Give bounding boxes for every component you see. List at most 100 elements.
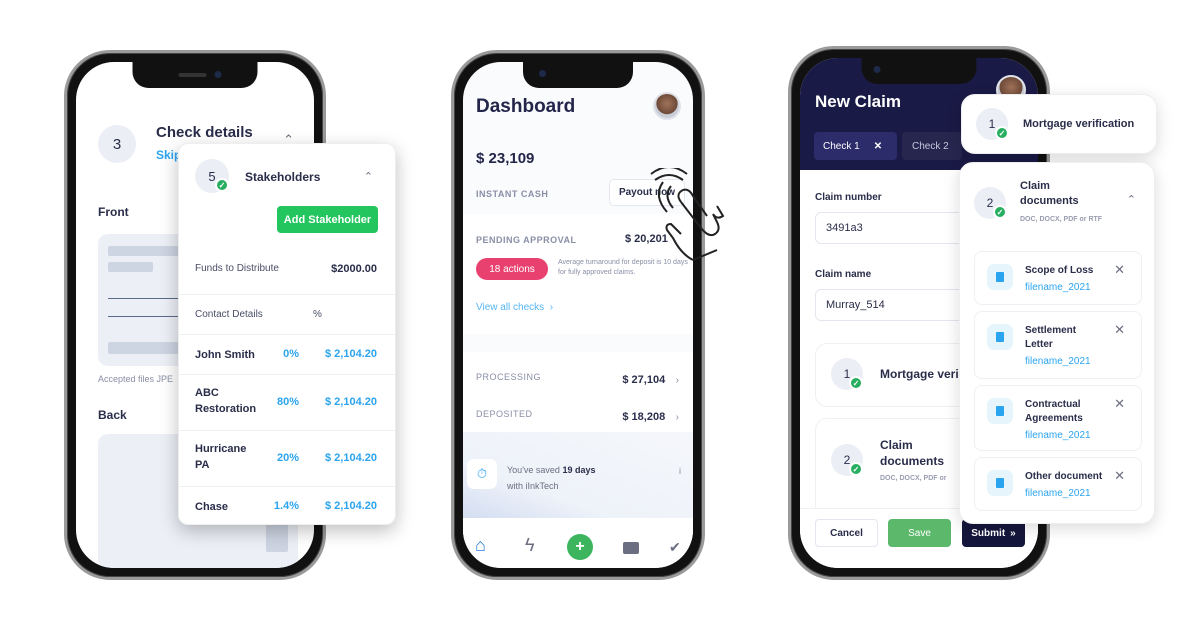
contact-name: Hurricane PA [195,443,247,471]
claim-documents-panel: 2 ✓ Claim documents DOC, DOCX, PDF or RT… [959,162,1155,524]
contact-amount: $ 2,104.20 [325,396,377,408]
view-all-checks-link[interactable]: View all checks › [476,302,553,313]
front-label: Front [98,205,129,219]
col-contact-header: Contact Details [195,309,263,320]
contact-name: ABC Restoration [195,387,257,415]
chevron-right-icon: › [675,375,679,386]
contact-amount: $ 2,104.20 [325,348,377,360]
double-check-icon[interactable]: ✔ [669,539,681,556]
document-title: Scope of Loss [1025,265,1094,276]
stopwatch-icon: ⏱ [467,459,497,489]
check-icon: ✓ [849,376,863,390]
close-icon[interactable]: ✕ [874,141,882,152]
actions-badge[interactable]: 18 actions [476,258,548,280]
page-title: Dashboard [476,96,576,117]
phone-dashboard: Dashboard $ 23,109 INSTANT CASH Payout n… [451,50,705,580]
document-item[interactable]: Contractual Agreements filename_2021 ✕ [974,385,1142,451]
close-icon[interactable]: ✕ [1114,468,1125,484]
close-icon[interactable]: ✕ [1114,322,1125,338]
document-icon [987,398,1013,424]
processing-label: PROCESSING [476,372,542,382]
chevron-up-icon[interactable]: ⌃ [364,170,373,183]
processing-row[interactable]: $ 27,104 › [622,370,679,388]
mortgage-verification-card[interactable]: 1 ✓ Mortgage verification [961,94,1157,154]
pending-label: PENDING APPROVAL [476,235,577,245]
step-title: Check details [156,124,253,141]
contact-percent: 1.4% [273,500,299,512]
step-title: Claim documents [1020,180,1079,207]
check-icon: ✓ [995,126,1009,140]
step-title: Mortgage verification [1023,118,1135,130]
check-icon: ✓ [849,462,863,476]
table-row[interactable]: Hurricane PA 20% $ 2,104.20 [179,430,395,486]
deposited-row[interactable]: $ 18,208 › [622,407,679,425]
table-header: Contact Details % [179,294,395,334]
instant-cash-label: INSTANT CASH [476,189,549,199]
status-section: PROCESSING $ 27,104 › DEPOSITED $ 18,208… [463,352,693,432]
close-icon[interactable]: ✕ [1114,396,1125,412]
notch [861,58,977,84]
document-filename[interactable]: filename_2021 [1025,488,1091,499]
step-title: Mortgage veri [880,367,959,381]
contact-percent: 20% [276,452,299,464]
step-subtitle: DOC, DOCX, PDF or [880,475,947,482]
tab-check-2[interactable]: Check 2 [902,132,962,160]
contact-amount: $ 2,104.20 [325,500,377,512]
add-stakeholder-button[interactable]: Add Stakeholder [277,206,378,233]
check-icon: ✓ [993,205,1007,219]
wallet-icon[interactable] [623,542,639,554]
contact-percent: 0% [283,348,299,360]
contact-name: Chase [195,501,229,513]
balance: $ 23,109 [476,150,535,167]
cancel-button[interactable]: Cancel [815,519,878,547]
document-filename[interactable]: filename_2021 [1025,430,1091,441]
processing-value: $ 27,104 [622,374,666,386]
document-icon [987,324,1013,350]
avatar[interactable] [653,92,681,120]
table-row[interactable]: ABC Restoration 80% $ 2,104.20 [179,374,395,430]
document-icon [987,264,1013,290]
table-row[interactable]: John Smith 0% $ 2,104.20 [179,334,395,374]
stakeholders-title: Stakeholders [245,170,321,184]
funds-value: $2000.00 [331,263,377,275]
home-icon[interactable]: ⌂ [475,535,486,556]
chevron-up-icon[interactable]: ⌃ [1127,193,1136,206]
double-chevron-right-icon: » [1010,527,1016,539]
document-title: Settlement Letter [1025,325,1077,350]
document-title: Other document [1025,471,1103,482]
bolt-icon[interactable]: ϟ [525,535,535,556]
close-icon[interactable]: ✕ [1114,262,1125,278]
notch [132,62,258,88]
page-title: New Claim [815,92,901,111]
claim-name-label: Claim name [815,269,872,280]
document-item[interactable]: Other document filename_2021 ✕ [974,457,1142,511]
back-label: Back [98,408,127,422]
info-icon[interactable]: i [679,466,681,476]
tap-hand-icon [650,168,725,261]
deposited-label: DEPOSITED [476,409,533,419]
table-row[interactable]: Chase 1.4% $ 2,104.20 [179,486,395,526]
document-item[interactable]: Scope of Loss filename_2021 ✕ [974,251,1142,305]
document-item[interactable]: Settlement Letter filename_2021 ✕ [974,311,1142,379]
document-icon [987,470,1013,496]
col-percent-header: % [313,309,322,320]
screen: Dashboard $ 23,109 INSTANT CASH Payout n… [463,62,693,568]
accepted-files-note: Accepted files JPE [98,374,174,384]
document-filename[interactable]: filename_2021 [1025,282,1091,293]
contact-amount: $ 2,104.20 [325,452,377,464]
contact-percent: 80% [276,396,299,408]
notch [523,62,633,88]
step-title: Claim documents [880,438,945,468]
document-filename[interactable]: filename_2021 [1025,356,1091,367]
contact-name: John Smith [195,349,255,361]
step-number: 3 [98,125,136,163]
step-subtitle: DOC, DOCX, PDF or RTF [1020,216,1103,223]
chevron-right-icon: › [675,412,679,423]
tab-check-1[interactable]: Check 1 ✕ [814,132,897,160]
save-button[interactable]: Save [888,519,951,547]
savings-text: You've saved 19 days with iInkTech [507,465,596,491]
plus-icon[interactable]: + [567,534,593,560]
stakeholders-card: 5 ✓ Stakeholders ⌃ Add Stakeholder Funds… [178,143,396,525]
funds-label: Funds to Distribute [195,263,279,274]
deposited-value: $ 18,208 [622,411,666,423]
